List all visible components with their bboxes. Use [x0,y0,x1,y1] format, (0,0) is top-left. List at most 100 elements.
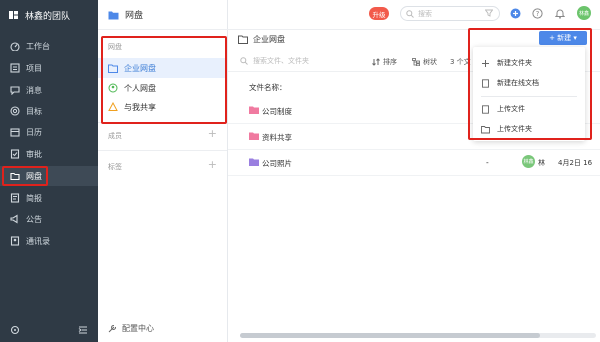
config-icon [108,324,117,333]
app-root: 林鑫的团队 工作台 项目 消息 目标 日历 审批 网盘 简报 公告 通讯录 网盘… [0,0,600,342]
panel-title: 网盘 [125,11,144,21]
folder-icon [249,106,259,114]
breadcrumb: 企业网盘 [238,32,285,46]
drive-panel: 网盘 网盘 企业网盘 个人网盘 与我共享 成员 + 标签 + 配置中心 [98,0,228,342]
svg-text:?: ? [536,10,540,18]
team-name: 林鑫的团队 [25,11,71,22]
dashboard-icon [9,41,20,52]
sort-button[interactable]: 排序 [372,57,397,67]
page-title: 企业网盘 [253,34,285,44]
project-icon [9,63,20,74]
menu-item-new-doc[interactable]: 新建在线文档 [473,73,585,93]
folder-icon [249,132,259,140]
nav-item-project[interactable]: 项目 [0,58,98,78]
global-search-input[interactable]: 搜索 [400,6,500,21]
nav-item-message[interactable]: 消息 [0,80,98,100]
top-bar: 升级 搜索 ? 林鑫 [228,0,600,30]
enterprise-drive-icon [108,63,118,73]
file-name: 资料共享 [262,133,292,142]
nav-item-target[interactable]: 目标 [0,101,98,121]
nav-label: 消息 [26,85,42,95]
nav-label: 工作台 [26,41,50,51]
new-dropdown-menu: 新建文件夹 新建在线文档 上传文件 上传文件夹 [473,47,585,141]
help-icon[interactable]: ? [532,8,543,19]
menu-item-label: 上传文件夹 [497,125,532,133]
new-doc-icon [481,78,490,88]
menu-item-label: 新建在线文档 [497,79,539,87]
config-label: 配置中心 [122,324,154,333]
folder-icon [238,35,248,44]
folder-icon [249,158,259,166]
nav-item-announcement[interactable]: 公告 [0,209,98,229]
add-icon[interactable] [510,8,521,19]
menu-item-label: 新建文件夹 [497,59,532,67]
search-icon [240,57,248,65]
collapse-menu-icon[interactable] [78,325,88,335]
add-member-button[interactable]: + [208,128,217,139]
divider [98,150,227,151]
nav-item-workbench[interactable]: 工作台 [0,36,98,56]
scrollbar-thumb[interactable] [240,333,540,338]
nav-label: 审批 [26,149,42,159]
drive-item-label: 个人网盘 [124,83,156,93]
section-header-members: 成员 [108,132,122,140]
menu-item-new-folder[interactable]: 新建文件夹 [473,53,585,73]
team-icon [9,11,18,19]
upload-folder-icon [481,125,490,134]
calendar-icon [9,127,20,138]
tree-view-button[interactable]: 树状 [412,57,437,67]
nav-label: 目标 [26,106,42,116]
search-icon [406,9,414,18]
horizontal-scrollbar[interactable] [240,333,596,338]
filter-icon[interactable] [485,9,493,17]
add-tag-button[interactable]: + [208,159,217,170]
nav-item-report[interactable]: 简报 [0,188,98,208]
nav-item-drive[interactable]: 网盘 [0,166,98,186]
menu-item-upload-folder[interactable]: 上传文件夹 [473,119,585,139]
file-name: 公司照片 [262,159,292,168]
sort-label: 排序 [383,58,397,66]
tree-label: 树状 [423,58,437,66]
new-button[interactable]: + 新建 ▾ [539,31,587,45]
announcement-icon [9,214,20,225]
settings-icon[interactable] [10,325,20,335]
search-placeholder: 搜索文件、文件夹 [253,57,309,65]
file-size: - [486,158,489,167]
section-header-drive: 网盘 [108,43,122,51]
tree-icon [412,58,420,66]
file-search-input[interactable]: 搜索文件、文件夹 [240,56,309,66]
config-center-link[interactable]: 配置中心 [108,323,154,334]
nav-item-approval[interactable]: 审批 [0,144,98,164]
nav-label: 项目 [26,63,42,73]
drive-item-personal[interactable]: 个人网盘 [98,78,227,98]
column-header-name[interactable]: 文件名称： [249,82,287,93]
nav-label: 公告 [26,214,42,224]
file-row[interactable]: 公司照片 - 林鑫 林 4月2日 16 [228,150,600,176]
user-avatar[interactable]: 林鑫 [577,6,591,20]
drive-item-enterprise[interactable]: 企业网盘 [98,58,227,78]
contacts-icon [9,236,20,247]
menu-item-upload-file[interactable]: 上传文件 [473,99,585,119]
bell-icon[interactable] [554,8,565,19]
drive-item-label: 与我共享 [124,102,156,112]
nav-label: 通讯录 [26,236,50,246]
shared-icon [108,102,118,112]
drive-item-label: 企业网盘 [124,63,156,73]
upgrade-button[interactable]: 升级 [369,7,389,20]
folder-icon [108,11,119,19]
team-switcher[interactable]: 林鑫的团队 [0,0,98,30]
target-icon [9,106,20,117]
divider [98,122,227,123]
nav-label: 日历 [26,127,42,137]
menu-item-label: 上传文件 [497,105,525,113]
owner-avatar: 林鑫 [522,155,535,168]
nav-item-calendar[interactable]: 日历 [0,122,98,142]
menu-divider [481,96,577,97]
modified-date: 4月2日 16 [558,159,593,167]
message-icon [9,85,20,96]
file-count-label: 3 个文 [450,58,471,66]
upload-file-icon [481,104,490,114]
drive-item-shared[interactable]: 与我共享 [98,97,227,117]
nav-item-contacts[interactable]: 通讯录 [0,231,98,251]
personal-drive-icon [108,83,118,93]
